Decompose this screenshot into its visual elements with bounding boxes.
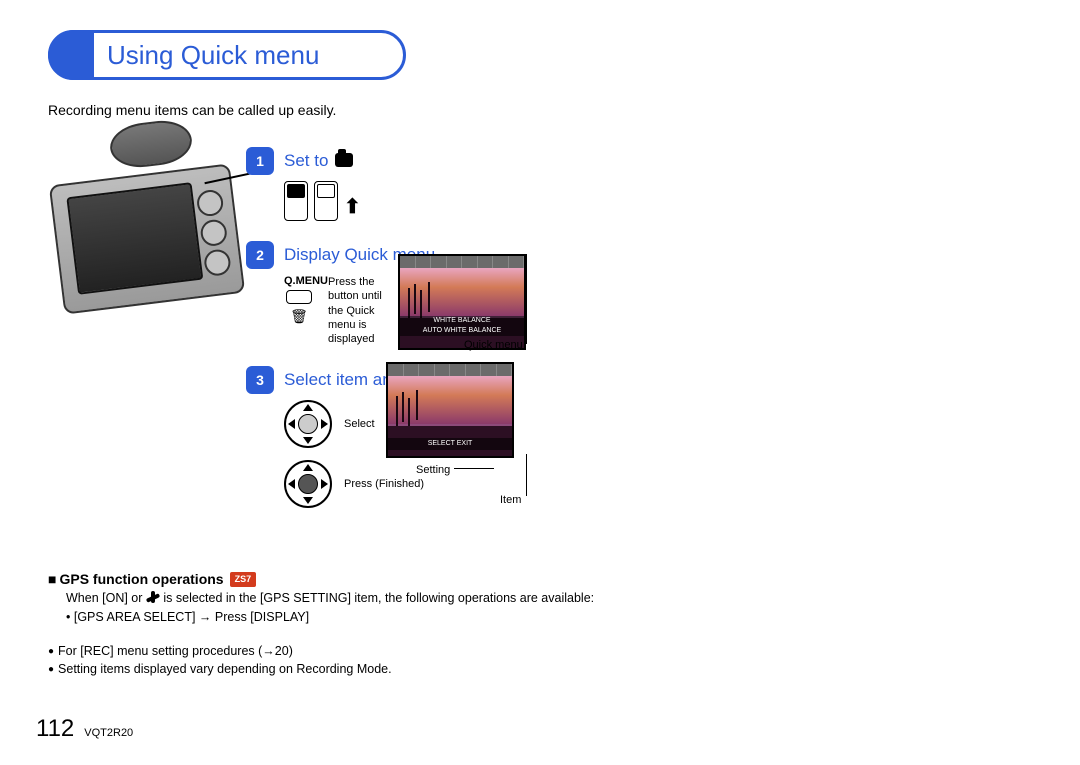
page-footer: 112 VQT2R20 (36, 715, 133, 743)
step-1: 1 Set to ⬆ (246, 147, 586, 221)
lcd-preview-1: WHITE BALANCE AUTO WHITE BALANCE (398, 254, 526, 350)
gps-body: When [ON] or is selected in the [GPS SET… (66, 590, 608, 627)
step-1-title: Set to (284, 151, 353, 171)
item-callout: Item (500, 494, 521, 506)
press-label: Press (Finished) (344, 477, 424, 491)
up-arrow-icon: ⬆ (344, 194, 361, 221)
rec-mode-icon (284, 181, 308, 221)
doc-id: VQT2R20 (84, 727, 133, 739)
bullet-1: For [REC] menu setting procedures (→20) (58, 643, 293, 661)
gps-airplane-icon (146, 593, 160, 603)
body-area: 1 Set to ⬆ 2 Display (48, 144, 1032, 564)
dpad-press-icon (284, 460, 332, 508)
bullet-2: Setting items displayed vary depending o… (58, 661, 392, 679)
section-title: Using Quick menu (107, 40, 319, 70)
section-title-tab: Using Quick menu (48, 30, 406, 80)
intro-text: Recording menu items can be called up ea… (48, 102, 1032, 118)
qmenu-button-icons: Q.MENU 🗑 (284, 275, 314, 346)
trash-icon: 🗑 (284, 308, 314, 325)
step-1-number-icon: 1 (246, 147, 274, 175)
gps-sub: • [GPS AREA SELECT] → Press [DISPLAY] (66, 609, 608, 627)
svg-text:2: 2 (256, 247, 264, 263)
camera-illustration (48, 144, 248, 324)
lcd-preview-2: SELECT EXIT (386, 362, 514, 458)
setting-callout: Setting (416, 464, 494, 476)
camera-mode-icon (335, 153, 353, 167)
dpad-select-icon (284, 400, 332, 448)
step-2-number-icon: 2 (246, 241, 274, 269)
quick-menu-callout: Quick menu (464, 339, 523, 351)
footnote-bullets: ●For [REC] menu setting procedures (→20)… (48, 643, 608, 679)
select-label: Select (344, 417, 375, 431)
play-mode-icon (314, 181, 338, 221)
setting-ribbon (512, 374, 514, 458)
svg-text:1: 1 (256, 153, 264, 169)
mode-switch-icons: ⬆ (284, 181, 586, 221)
zs7-badge: ZS7 (230, 572, 257, 587)
lcd2-banner: SELECT EXIT (388, 438, 512, 450)
gps-heading: ■GPS function operationsZS7 (48, 570, 608, 590)
bottom-notes: ■GPS function operationsZS7 When [ON] or… (48, 570, 608, 679)
lcd1-banner: WHITE BALANCE AUTO WHITE BALANCE (400, 316, 524, 336)
svg-text:3: 3 (256, 372, 264, 388)
page-number: 112 (36, 715, 74, 743)
qmenu-label: Q.MENU (284, 275, 314, 287)
step-3-number-icon: 3 (246, 366, 274, 394)
qmenu-instruction: Press the button until the Quick menu is… (328, 275, 398, 346)
title-accent (48, 30, 94, 80)
